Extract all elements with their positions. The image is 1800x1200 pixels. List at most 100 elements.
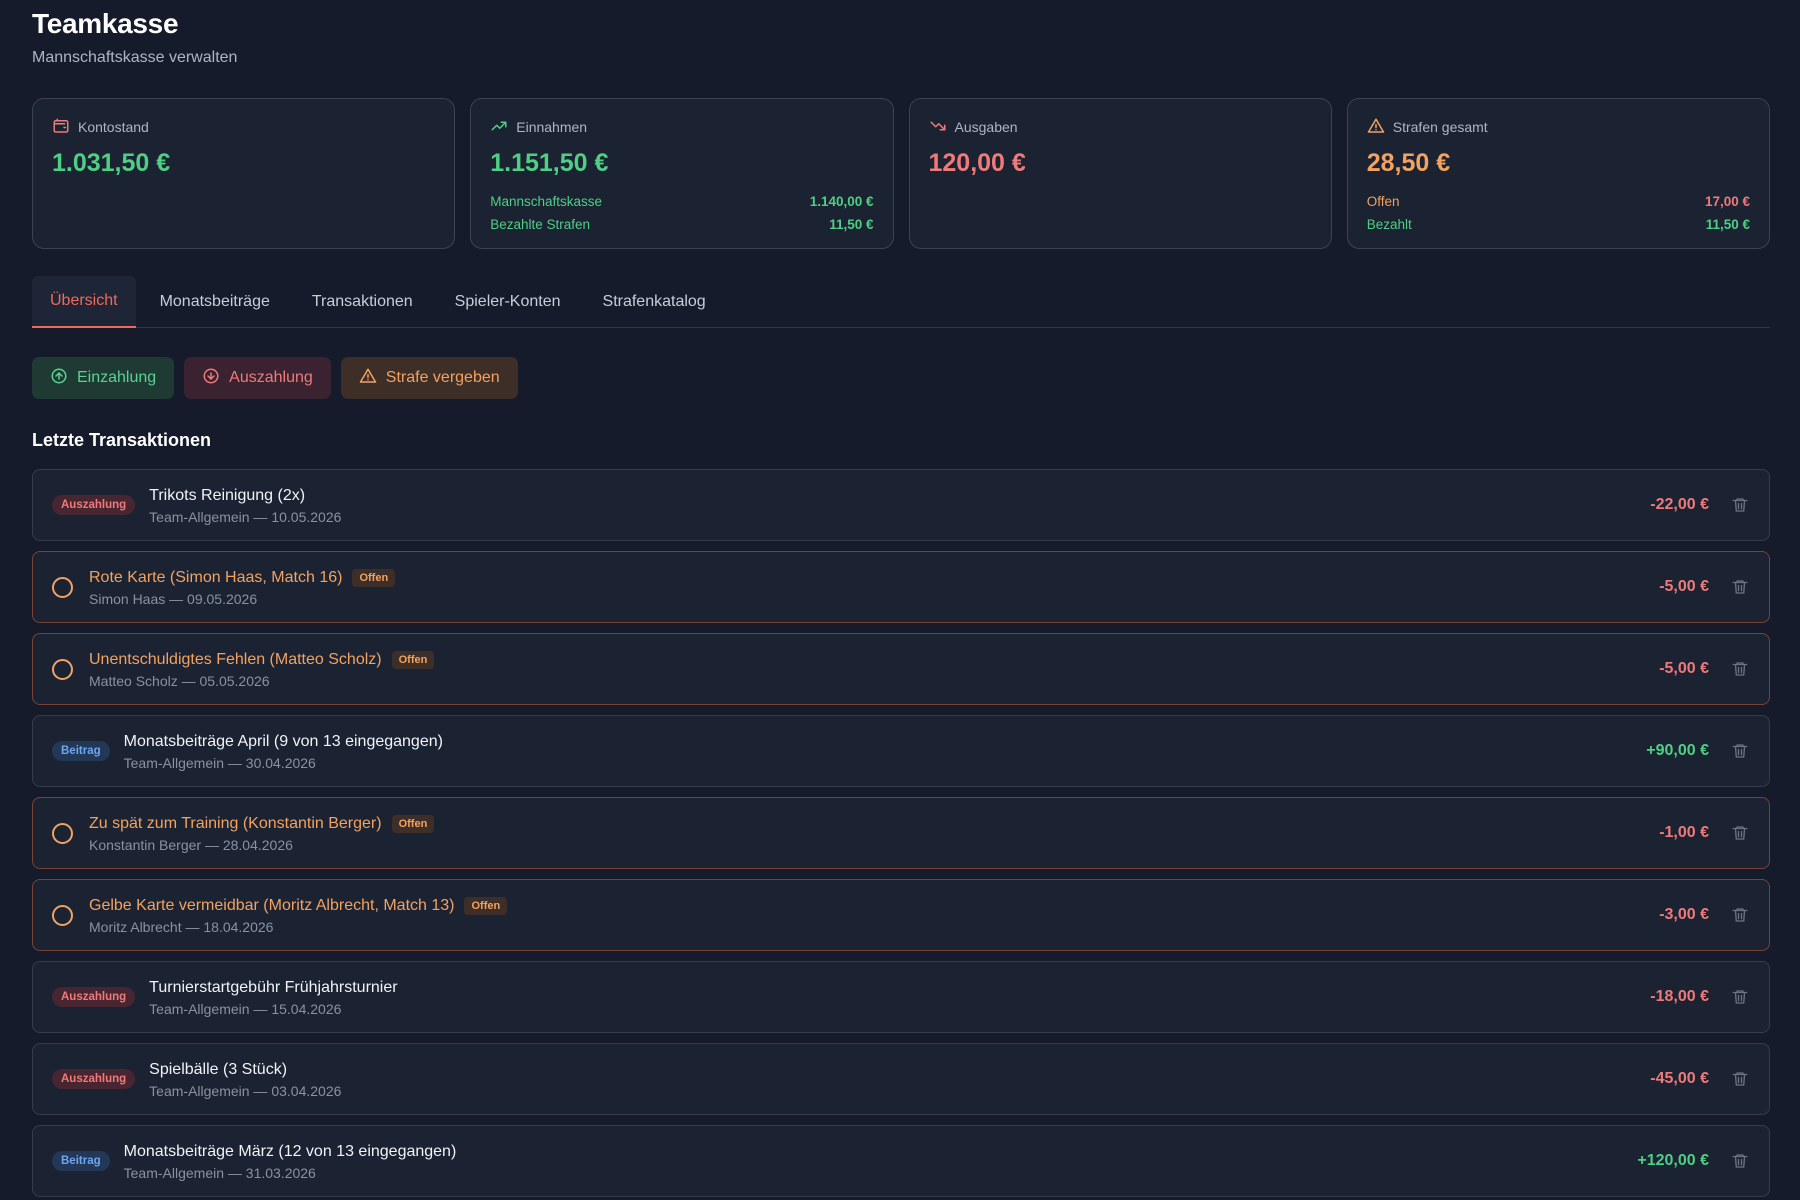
arrow-up-circle-icon — [50, 367, 68, 390]
transaction-meta: Team-Allgemein — 30.04.2026 — [123, 755, 316, 771]
transaction-amount: -1,00 € — [1659, 824, 1709, 841]
expenses-card: Ausgaben 120,00 € — [908, 98, 1332, 249]
balance-label: Kontostand — [78, 119, 149, 135]
transaction-title: Gelbe Karte vermeidbar (Moritz Albrecht,… — [89, 896, 455, 914]
fee-badge: Beitrag — [52, 741, 110, 761]
transaction-meta: Team-Allgemein — 15.04.2026 — [149, 1001, 342, 1017]
balance-card: Kontostand 1.031,50 € — [32, 98, 456, 249]
payout-button[interactable]: Auszahlung — [184, 357, 331, 399]
transaction-amount: -22,00 € — [1650, 496, 1709, 513]
penalties-row-open: Offen 17,00 € — [1367, 190, 1750, 213]
warning-icon — [1367, 117, 1385, 138]
mark-paid-checkbox[interactable] — [52, 658, 73, 680]
transaction-row[interactable]: Auszahlung Trikots Reinigung (2x) Team-A… — [32, 469, 1770, 541]
tab-overview[interactable]: Übersicht — [32, 276, 136, 328]
transaction-meta: Simon Haas — 09.05.2026 — [89, 591, 258, 607]
status-badge: Offen — [464, 896, 508, 915]
transaction-amount: -3,00 € — [1659, 906, 1709, 923]
deposit-button[interactable]: Einzahlung — [32, 357, 175, 399]
trash-icon[interactable] — [1731, 660, 1749, 678]
transaction-amount: -18,00 € — [1650, 988, 1709, 1005]
trending-down-icon — [929, 117, 947, 138]
trash-icon[interactable] — [1731, 742, 1749, 760]
expenses-value: 120,00 € — [928, 149, 1026, 177]
transaction-row[interactable]: Gelbe Karte vermeidbar (Moritz Albrecht,… — [32, 879, 1770, 951]
transaction-meta: Team-Allgemein — 31.03.2026 — [123, 1165, 316, 1181]
income-row-label: Bezahlte Strafen — [490, 217, 591, 232]
transaction-row[interactable]: Beitrag Monatsbeiträge März (12 von 13 e… — [32, 1125, 1770, 1197]
penalties-label: Strafen gesamt — [1392, 119, 1488, 135]
income-row-penalties: Bezahlte Strafen 11,50 € — [490, 213, 873, 236]
penalties-row-label: Bezahlt — [1366, 217, 1412, 232]
balance-value: 1.031,50 € — [52, 149, 171, 177]
tab-bar: Übersicht Monatsbeiträge Transaktionen S… — [32, 276, 1770, 328]
penalties-card: Strafen gesamt 28,50 € Offen 17,00 € Bez… — [1346, 98, 1770, 249]
trash-icon[interactable] — [1731, 988, 1749, 1006]
stat-cards: Kontostand 1.031,50 € Einnahmen 1.151,50… — [32, 98, 1770, 249]
payout-badge: Auszahlung — [52, 1069, 136, 1089]
income-label: Einnahmen — [516, 119, 588, 135]
penalties-row-label: Offen — [1366, 194, 1400, 209]
transaction-list: Auszahlung Trikots Reinigung (2x) Team-A… — [32, 469, 1770, 1200]
deposit-button-label: Einzahlung — [77, 369, 157, 386]
transaction-title: Monatsbeiträge März (12 von 13 eingegang… — [123, 1142, 457, 1160]
trash-icon[interactable] — [1731, 1152, 1749, 1170]
status-badge: Offen — [391, 650, 435, 669]
tab-player-accounts[interactable]: Spieler-Konten — [437, 276, 579, 328]
transaction-row[interactable]: Unentschuldigtes Fehlen (Matteo Scholz) … — [32, 633, 1770, 705]
tab-transactions[interactable]: Transaktionen — [294, 276, 431, 328]
transaction-amount: -5,00 € — [1659, 660, 1709, 677]
transaction-meta: Matteo Scholz — 05.05.2026 — [89, 673, 270, 689]
transaction-meta: Moritz Albrecht — 18.04.2026 — [89, 919, 274, 935]
transaction-amount: -5,00 € — [1659, 578, 1709, 595]
trash-icon[interactable] — [1731, 496, 1749, 514]
transaction-amount: +90,00 € — [1646, 742, 1709, 759]
transaction-meta: Konstantin Berger — 28.04.2026 — [89, 837, 293, 853]
trending-up-icon — [490, 117, 508, 138]
income-row-team: Mannschaftskasse 1.140,00 € — [490, 190, 873, 213]
transaction-meta: Team-Allgemein — 10.05.2026 — [149, 509, 342, 525]
penalties-value: 28,50 € — [1366, 149, 1451, 177]
penalties-row-amount: 17,00 € — [1704, 194, 1750, 209]
action-buttons: Einzahlung Auszahlung Strafe vergeben — [32, 357, 518, 399]
expenses-label: Ausgaben — [954, 119, 1018, 135]
transaction-title: Monatsbeiträge April (9 von 13 eingegang… — [123, 732, 443, 750]
transaction-amount: +120,00 € — [1637, 1152, 1709, 1169]
income-row-amount: 11,50 € — [829, 217, 874, 232]
transaction-title: Rote Karte (Simon Haas, Match 16) — [89, 568, 343, 586]
mark-paid-checkbox[interactable] — [52, 822, 73, 844]
page-subtitle: Mannschaftskasse verwalten — [32, 49, 238, 66]
wallet-icon — [52, 117, 70, 138]
transaction-title: Zu spät zum Training (Konstantin Berger) — [89, 814, 382, 832]
trash-icon[interactable] — [1731, 824, 1749, 842]
status-badge: Offen — [352, 568, 396, 587]
penalties-row-amount: 11,50 € — [1705, 217, 1750, 232]
page-title: Teamkasse — [32, 8, 179, 39]
penalties-row-paid: Bezahlt 11,50 € — [1367, 213, 1750, 236]
tab-penalty-catalog[interactable]: Strafenkatalog — [585, 276, 724, 328]
transaction-meta: Team-Allgemein — 03.04.2026 — [149, 1083, 342, 1099]
assign-penalty-button[interactable]: Strafe vergeben — [340, 357, 518, 399]
transaction-title: Unentschuldigtes Fehlen (Matteo Scholz) — [89, 650, 382, 668]
warning-icon — [359, 367, 377, 390]
trash-icon[interactable] — [1731, 578, 1749, 596]
transaction-title: Turnierstartgebühr Frühjahrsturnier — [149, 978, 398, 996]
transaction-row[interactable]: Zu spät zum Training (Konstantin Berger)… — [32, 797, 1770, 869]
assign-penalty-button-label: Strafe vergeben — [385, 369, 500, 386]
payout-badge: Auszahlung — [52, 987, 136, 1007]
transaction-title: Trikots Reinigung (2x) — [149, 486, 306, 504]
trash-icon[interactable] — [1731, 1070, 1749, 1088]
mark-paid-checkbox[interactable] — [52, 904, 73, 926]
payout-button-label: Auszahlung — [229, 369, 313, 386]
status-badge: Offen — [391, 814, 435, 833]
income-row-amount: 1.140,00 € — [809, 194, 874, 209]
teamkasse-page: Teamkasse Mannschaftskasse verwalten Kon… — [0, 0, 1800, 1200]
transaction-row[interactable]: Beitrag Monatsbeiträge April (9 von 13 e… — [32, 715, 1770, 787]
transaction-row[interactable]: Auszahlung Turnierstartgebühr Frühjahrst… — [32, 961, 1770, 1033]
transaction-row[interactable]: Auszahlung Spielbälle (3 Stück) Team-All… — [32, 1043, 1770, 1115]
income-row-label: Mannschaftskasse — [490, 194, 603, 209]
tab-monthly-fees[interactable]: Monatsbeiträge — [142, 276, 288, 328]
trash-icon[interactable] — [1731, 906, 1749, 924]
transaction-row[interactable]: Rote Karte (Simon Haas, Match 16) Offen … — [32, 551, 1770, 623]
mark-paid-checkbox[interactable] — [52, 576, 73, 598]
